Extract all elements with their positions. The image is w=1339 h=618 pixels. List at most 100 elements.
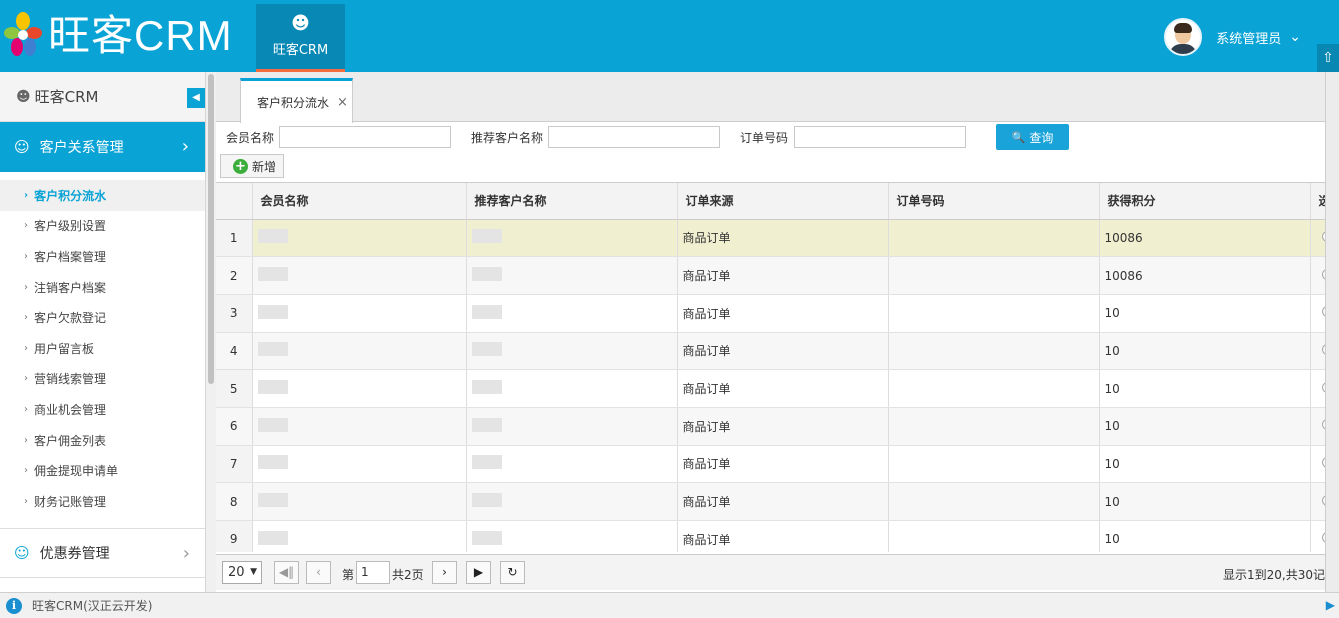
order-source-cell: 商品订单 bbox=[677, 294, 889, 333]
sidebar-item-level-settings[interactable]: › 客户级别设置 bbox=[0, 211, 205, 242]
sidebar-scrollbar[interactable] bbox=[206, 72, 216, 592]
sidebar-item-message-board[interactable]: › 用户留言板 bbox=[0, 333, 205, 364]
order-source-cell-text: 商品订单 bbox=[682, 495, 731, 510]
chevron-down-icon: ⌄ bbox=[1289, 29, 1301, 45]
points-cell: 10 bbox=[1099, 445, 1311, 484]
sidebar-item-bookkeeping[interactable]: › 财务记账管理 bbox=[0, 486, 205, 517]
referrer-name-input[interactable] bbox=[548, 126, 720, 148]
table-row[interactable]: 1 商品订单 10086 bbox=[216, 219, 1339, 258]
sidebar-item-label: 营销线索管理 bbox=[34, 372, 107, 387]
page-size-select[interactable]: 20 ▼ bbox=[222, 561, 262, 584]
table-row[interactable]: 2 商品订单 10086 bbox=[216, 256, 1339, 295]
referrer-name-cell bbox=[466, 407, 678, 446]
order-source-cell-text: 商品订单 bbox=[682, 382, 731, 397]
sidebar-group-customer-relations[interactable]: ☺ 客户关系管理 › bbox=[0, 122, 205, 172]
add-button[interactable]: + 新增 bbox=[220, 154, 284, 178]
points-cell: 10 bbox=[1099, 332, 1311, 371]
order-number-cell bbox=[888, 332, 1100, 371]
main-content: 客户积分流水 × 会员名称 推荐客户名称 订单号码 🔍 查询 + 新增 会员名称… bbox=[216, 72, 1339, 592]
referrer-name-cell bbox=[466, 520, 678, 552]
member-name-input[interactable] bbox=[279, 126, 451, 148]
redacted-block bbox=[471, 267, 502, 282]
table-row[interactable]: 3 商品订单 10 bbox=[216, 294, 1339, 333]
people-group-icon: ☻ bbox=[16, 88, 31, 105]
table-row[interactable]: 7 商品订单 10 bbox=[216, 445, 1339, 484]
query-button[interactable]: 🔍 查询 bbox=[996, 124, 1069, 150]
sidebar-group-coupons[interactable]: ☺ 优惠券管理 › bbox=[0, 528, 205, 578]
table-row[interactable]: 6 商品订单 10 bbox=[216, 407, 1339, 446]
column-header[interactable]: 推荐客户名称 bbox=[466, 183, 678, 220]
redacted-block bbox=[471, 455, 502, 470]
triangle-right-icon[interactable]: ▶ bbox=[1326, 598, 1335, 612]
table-row[interactable]: 8 商品订单 10 bbox=[216, 482, 1339, 521]
column-header[interactable]: 订单来源 bbox=[677, 183, 889, 220]
order-number-label: 订单号码 bbox=[740, 131, 789, 145]
sidebar-item-commission-list[interactable]: › 客户佣金列表 bbox=[0, 425, 205, 456]
shirt-icon[interactable]: ⇧ bbox=[1317, 44, 1339, 72]
sidebar-item-label: 用户留言板 bbox=[34, 341, 95, 356]
referrer-name-cell bbox=[466, 445, 678, 484]
column-header[interactable]: 获得积分 bbox=[1099, 183, 1311, 220]
row-number: 1 bbox=[216, 219, 253, 258]
points-cell: 10 bbox=[1099, 369, 1311, 408]
page-number-input[interactable]: 1 bbox=[356, 561, 390, 584]
scrollbar-thumb[interactable] bbox=[208, 74, 214, 384]
sidebar-collapse-button[interactable]: ◀ bbox=[187, 88, 205, 108]
logo: 旺客CRM bbox=[4, 8, 233, 64]
member-name-cell bbox=[252, 407, 467, 446]
logo-flower-icon bbox=[4, 12, 42, 56]
prev-page-button[interactable]: ‹ bbox=[306, 561, 331, 584]
order-number-input[interactable] bbox=[794, 126, 966, 148]
last-page-button[interactable]: ▶ bbox=[466, 561, 491, 584]
sidebar-item-points-flow[interactable]: › 客户积分流水 bbox=[0, 180, 205, 211]
pagination-info: 显示1到20,共30记录 bbox=[1223, 568, 1337, 582]
chevron-left-icon: ‹ bbox=[316, 565, 321, 579]
refresh-button[interactable]: ↻ bbox=[500, 561, 525, 584]
column-header[interactable]: 订单号码 bbox=[888, 183, 1100, 220]
sidebar-item-label: 客户级别设置 bbox=[34, 219, 107, 234]
redacted-block bbox=[257, 417, 288, 432]
sidebar-item-label: 客户佣金列表 bbox=[34, 433, 107, 448]
redacted-block bbox=[471, 342, 502, 357]
redacted-block bbox=[257, 455, 288, 470]
row-number-text: 5 bbox=[229, 381, 238, 396]
table-row[interactable]: 4 商品订单 10 bbox=[216, 332, 1339, 371]
sidebar: ☻ 旺客CRM ◀ ☺ 客户关系管理 › › 客户积分流水 › 客户级别设置 › 客户… bbox=[0, 72, 206, 592]
order-number-cell bbox=[888, 520, 1100, 552]
redacted-block bbox=[471, 530, 502, 545]
user-menu[interactable]: 系统管理员 ⌄ bbox=[1164, 18, 1301, 56]
column-header[interactable]: 会员名称 bbox=[252, 183, 467, 220]
close-icon[interactable]: × bbox=[337, 95, 348, 110]
table-row[interactable]: 5 商品订单 10 bbox=[216, 369, 1339, 408]
sidebar-item-arrears[interactable]: › 客户欠款登记 bbox=[0, 302, 205, 333]
chevron-right-icon: › bbox=[24, 373, 28, 385]
table-row[interactable]: 9 商品订单 10 bbox=[216, 520, 1339, 552]
sidebar-item-label: 财务记账管理 bbox=[34, 494, 107, 509]
member-name-cell bbox=[252, 219, 467, 258]
points-cell: 10086 bbox=[1099, 219, 1311, 258]
next-page-button[interactable]: › bbox=[432, 561, 457, 584]
top-app-crm[interactable]: ☻ 旺客CRM bbox=[256, 4, 345, 72]
tab-points-flow[interactable]: 客户积分流水 × bbox=[240, 78, 353, 123]
avatar bbox=[1164, 18, 1203, 56]
sidebar-item-archive-management[interactable]: › 客户档案管理 bbox=[0, 241, 205, 272]
row-number-text: 9 bbox=[229, 532, 238, 547]
first-page-button[interactable]: ◀‖ bbox=[274, 561, 299, 584]
member-name-cell bbox=[252, 294, 467, 333]
sidebar-item-opportunities[interactable]: › 商业机会管理 bbox=[0, 394, 205, 425]
user-name: 系统管理员 bbox=[1216, 31, 1282, 47]
chevron-right-icon: › bbox=[24, 220, 28, 232]
row-number-text: 2 bbox=[229, 268, 238, 283]
row-number: 7 bbox=[216, 445, 253, 484]
sidebar-item-withdrawal-request[interactable]: › 佣金提现申请单 bbox=[0, 455, 205, 486]
order-source-cell: 商品订单 bbox=[677, 445, 889, 484]
chevron-right-icon: › bbox=[24, 434, 28, 446]
sidebar-item-leads[interactable]: › 营销线索管理 bbox=[0, 364, 205, 395]
member-name-label: 会员名称 bbox=[226, 131, 275, 145]
sidebar-item-cancelled-archive[interactable]: › 注销客户档案 bbox=[0, 272, 205, 303]
order-number-cell bbox=[888, 482, 1100, 521]
search-form: 会员名称 推荐客户名称 订单号码 🔍 查询 bbox=[216, 124, 1339, 152]
order-number-cell bbox=[888, 407, 1100, 446]
footer-text: 旺客CRM(汉正云开发) bbox=[32, 599, 153, 613]
points-cell-text: 10 bbox=[1104, 419, 1120, 434]
